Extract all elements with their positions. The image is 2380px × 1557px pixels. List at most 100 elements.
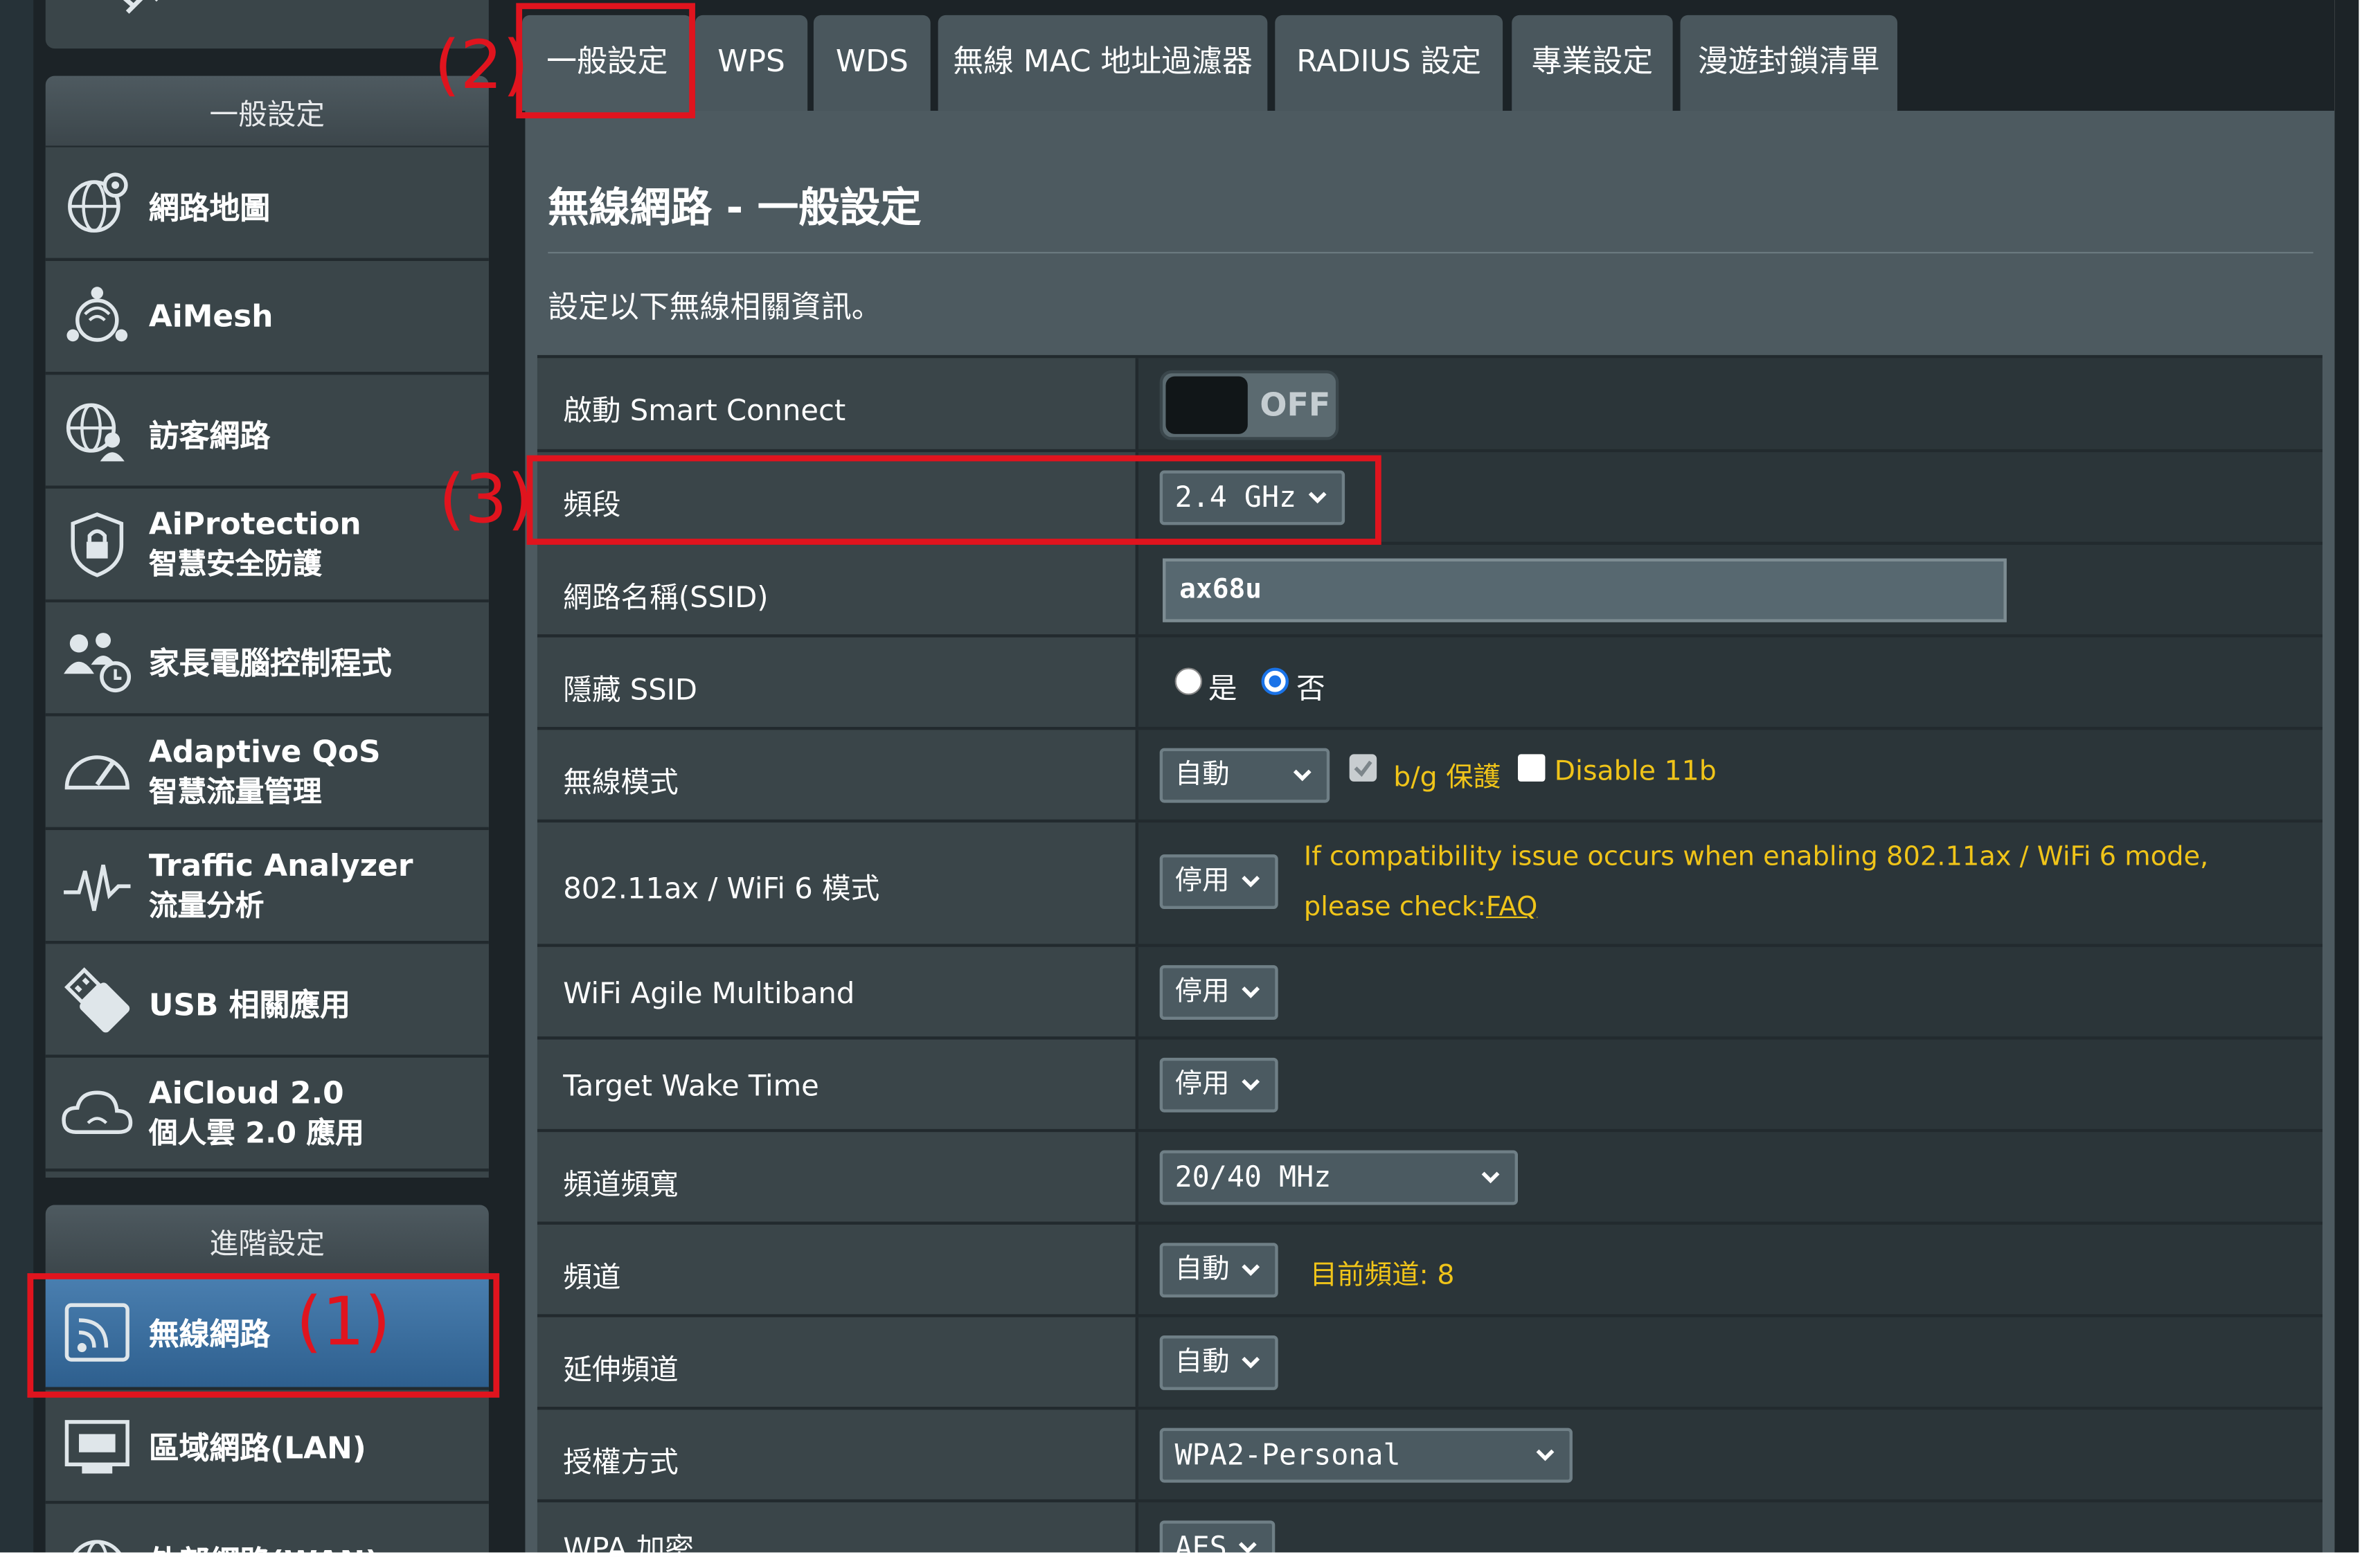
sidebar-item-aicloud[interactable]: AiCloud 2.0 個人雲 2.0 應用 bbox=[45, 1057, 489, 1172]
wifi6-note-prefix: please check: bbox=[1303, 892, 1495, 923]
sidebar-item-label: 訪客網路 bbox=[148, 417, 271, 454]
sidebar-item-label: Traffic Analyzer bbox=[148, 847, 413, 883]
tab-roaming-block-list[interactable]: 漫遊封鎖清單 bbox=[1680, 15, 1897, 111]
sidebar-item-adaptive-qos[interactable]: Adaptive QoS 智慧流量管理 bbox=[45, 716, 489, 831]
sidebar-item-label: 區域網路(LAN) bbox=[148, 1429, 366, 1466]
checkmark-icon bbox=[1354, 760, 1372, 777]
sidebar-item-guest-network[interactable]: 訪客網路 bbox=[45, 375, 489, 489]
twt-value: 停用 bbox=[1174, 1068, 1230, 1101]
hide-ssid-no-radio[interactable] bbox=[1261, 667, 1289, 695]
page-right-edge bbox=[2334, 0, 2380, 1557]
toggle-knob bbox=[1165, 376, 1248, 434]
globe-map-icon bbox=[61, 167, 134, 240]
agile-select[interactable]: 停用 bbox=[1159, 965, 1278, 1020]
bandwidth-label: 頻道頻寬 bbox=[563, 1168, 679, 1203]
bandwidth-select[interactable]: 20/40 MHz bbox=[1159, 1150, 1518, 1205]
wireless-mode-value: 自動 bbox=[1174, 759, 1230, 791]
tab-wds[interactable]: WDS bbox=[813, 15, 931, 111]
chevron-down-icon bbox=[1242, 987, 1260, 998]
bg-protection-checkbox[interactable] bbox=[1349, 754, 1377, 782]
speedometer-icon bbox=[61, 736, 134, 809]
sidebar-item-traffic-analyzer[interactable]: Traffic Analyzer 流量分析 bbox=[45, 830, 489, 944]
wpa-enc-select[interactable]: AES bbox=[1159, 1520, 1276, 1557]
annotation-1: (1) bbox=[296, 1284, 391, 1362]
highlight-box-wireless bbox=[27, 1273, 500, 1398]
auth-label: 授權方式 bbox=[563, 1446, 679, 1480]
hide-ssid-yes-label: 是 bbox=[1208, 672, 1237, 706]
hide-ssid-label: 隱藏 SSID bbox=[563, 674, 698, 708]
tab-radius[interactable]: RADIUS 設定 bbox=[1275, 15, 1503, 111]
ext-channel-label: 延伸頻道 bbox=[563, 1353, 679, 1387]
sidebar-item-usb[interactable]: USB 相關應用 bbox=[45, 944, 489, 1058]
smart-connect-label: 啟動 Smart Connect bbox=[563, 394, 846, 429]
wifi6-label: 802.11ax / WiFi 6 模式 bbox=[563, 872, 880, 906]
sidebar-item-network-map[interactable]: 網路地圖 bbox=[45, 147, 489, 262]
disable-11b-label: Disable 11b bbox=[1554, 755, 1717, 788]
chevron-down-icon bbox=[1242, 876, 1260, 888]
sidebar-item-sublabel: 個人雲 2.0 應用 bbox=[148, 1117, 364, 1151]
disable-11b-checkbox[interactable] bbox=[1518, 754, 1546, 782]
hide-ssid-yes-radio[interactable] bbox=[1174, 667, 1203, 695]
sidebar-item-lan[interactable]: 區域網路(LAN) bbox=[45, 1389, 489, 1504]
sidebar-item-label: 網路地圖 bbox=[148, 190, 271, 226]
row-wifi6: 802.11ax / WiFi 6 模式 停用 If compatibility… bbox=[537, 819, 2323, 947]
smart-connect-toggle[interactable]: OFF bbox=[1159, 370, 1339, 440]
auth-select[interactable]: WPA2-Personal bbox=[1159, 1428, 1573, 1483]
shield-lock-icon bbox=[61, 508, 134, 581]
parental-control-icon bbox=[61, 622, 134, 695]
sidebar-item-label: AiMesh bbox=[148, 297, 274, 334]
toggle-state-text: OFF bbox=[1260, 386, 1331, 424]
chevron-down-icon bbox=[1242, 1264, 1260, 1276]
ssid-input[interactable]: ax68u bbox=[1163, 558, 2007, 622]
twt-select[interactable]: 停用 bbox=[1159, 1057, 1278, 1113]
sidebar-item-parental-control[interactable]: 家長電腦控制程式 bbox=[45, 602, 489, 717]
annotation-2: (2) bbox=[433, 27, 529, 105]
tab-professional[interactable]: 專業設定 bbox=[1512, 15, 1673, 111]
page-bottom-edge bbox=[0, 1552, 2380, 1557]
row-ssid: 網路名稱(SSID) ax68u bbox=[537, 541, 2323, 638]
highlight-box-general-tab bbox=[516, 3, 695, 118]
tab-wps[interactable]: WPS bbox=[695, 15, 808, 111]
radio-dot bbox=[1269, 675, 1282, 687]
page-title: 無線網路 - 一般設定 bbox=[548, 185, 922, 233]
wireless-mode-select[interactable]: 自動 bbox=[1159, 748, 1330, 803]
general-settings-menu: 一般設定 網路地圖 AiMesh 訪客網路 AiProtection 智慧安全防… bbox=[45, 75, 489, 1178]
channel-value: 自動 bbox=[1174, 1253, 1230, 1286]
sidebar-item-label: AiProtection bbox=[148, 505, 361, 542]
chevron-down-icon bbox=[1242, 1356, 1260, 1369]
title-divider bbox=[548, 251, 2314, 254]
sidebar-item-sublabel: 智慧流量管理 bbox=[148, 775, 322, 809]
channel-select[interactable]: 自動 bbox=[1159, 1243, 1278, 1298]
ssid-label: 網路名稱(SSID) bbox=[563, 581, 769, 615]
wifi6-note: If compatibility issue occurs when enabl… bbox=[1303, 842, 2209, 873]
highlight-box-band bbox=[526, 455, 1381, 545]
sidebar-item-label: USB 相關應用 bbox=[148, 986, 351, 1023]
chevron-down-icon bbox=[1481, 1171, 1500, 1184]
row-agile-multiband: WiFi Agile Multiband 停用 bbox=[537, 944, 2323, 1040]
row-channel-bandwidth: 頻道頻寬 20/40 MHz bbox=[537, 1128, 2323, 1225]
twt-label: Target Wake Time bbox=[563, 1070, 819, 1104]
ext-channel-select[interactable]: 自動 bbox=[1159, 1335, 1278, 1390]
bandwidth-value: 20/40 MHz bbox=[1174, 1160, 1332, 1195]
advanced-settings-header: 進階設定 bbox=[45, 1205, 489, 1278]
wifi6-value: 停用 bbox=[1174, 865, 1230, 897]
lan-icon bbox=[61, 1410, 134, 1482]
row-control-channel: 頻道 自動 目前頻道: 8 bbox=[537, 1221, 2323, 1317]
sidebar-item-aimesh[interactable]: AiMesh bbox=[45, 261, 489, 375]
sidebar-item-label: 家長電腦控制程式 bbox=[148, 645, 392, 682]
sidebar-item-wan[interactable]: 外部網路(WAN) bbox=[45, 1504, 489, 1557]
router-admin-screen: 一般設定 網路地圖 AiMesh 訪客網路 AiProtection 智慧安全防… bbox=[0, 0, 2380, 1557]
faq-link[interactable]: FAQ bbox=[1486, 892, 1537, 923]
hide-ssid-no-label: 否 bbox=[1296, 672, 1325, 706]
annotation-3: (3) bbox=[438, 461, 534, 539]
tab-mac-filter[interactable]: 無線 MAC 地址過濾器 bbox=[938, 15, 1268, 111]
row-hide-ssid: 隱藏 SSID 是 否 bbox=[537, 634, 2323, 730]
sidebar-item-sublabel: 智慧安全防護 bbox=[148, 548, 322, 582]
agile-value: 停用 bbox=[1174, 975, 1230, 1008]
page-description: 設定以下無線相關資訊。 bbox=[548, 288, 882, 325]
chevron-down-icon bbox=[1293, 769, 1312, 782]
row-wireless-mode: 無線模式 自動 b/g 保護 Disable 11b bbox=[537, 726, 2323, 823]
wifi6-select[interactable]: 停用 bbox=[1159, 854, 1278, 910]
sidebar-item-aiprotection[interactable]: AiProtection 智慧安全防護 bbox=[45, 488, 489, 603]
sidebar-item-sublabel: 流量分析 bbox=[148, 889, 265, 923]
